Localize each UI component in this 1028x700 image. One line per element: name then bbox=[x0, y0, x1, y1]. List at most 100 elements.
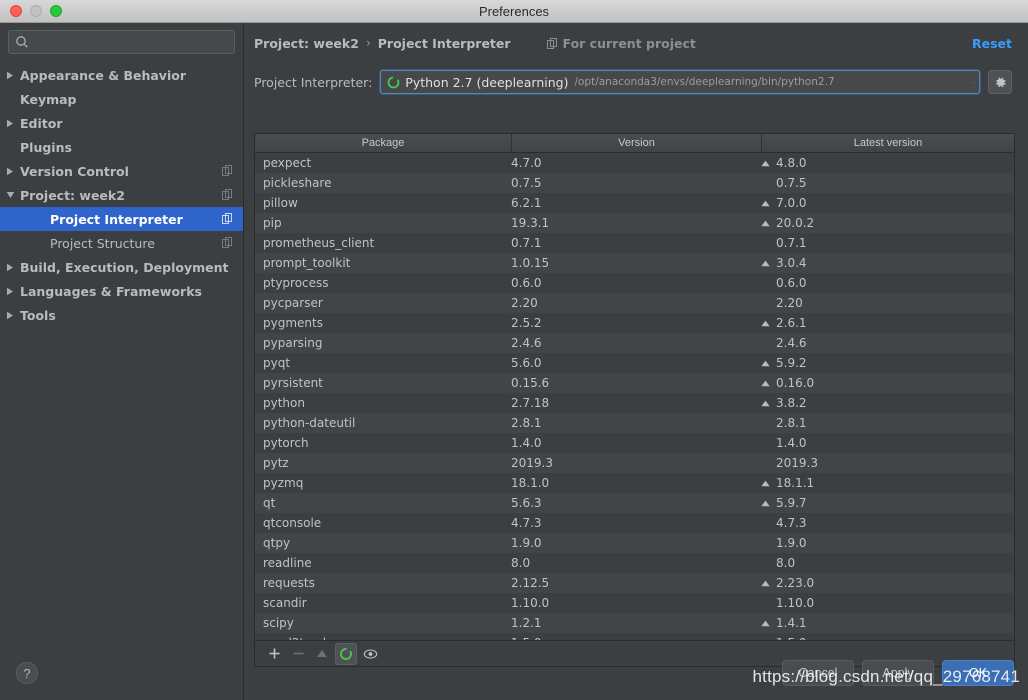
package-latest-version-text: 7.0.0 bbox=[776, 196, 807, 210]
settings-sidebar: Appearance & Behavior Keymap Editor Plugins… bbox=[0, 23, 244, 700]
table-row[interactable]: scipy 1.2.1 1.4.1 bbox=[255, 613, 1014, 633]
sidebar-item-toggle[interactable] bbox=[0, 191, 20, 199]
package-version-cell: 19.3.1 bbox=[511, 216, 550, 230]
search-input[interactable] bbox=[33, 35, 228, 49]
table-row[interactable]: qtconsole 4.7.3 4.7.3 bbox=[255, 513, 1014, 533]
chevron-right-icon[interactable] bbox=[6, 263, 14, 272]
package-version-cell: 2.5.2 bbox=[511, 316, 542, 330]
table-row[interactable]: pytorch 1.4.0 1.4.0 bbox=[255, 433, 1014, 453]
help-button[interactable]: ? bbox=[16, 662, 38, 684]
table-row[interactable]: python-dateutil 2.8.1 2.8.1 bbox=[255, 413, 1014, 433]
package-latest-version-text: 1.4.0 bbox=[776, 436, 807, 450]
column-header-latest-version[interactable]: Latest version bbox=[761, 134, 1014, 152]
table-row[interactable]: pip 19.3.1 20.0.2 bbox=[255, 213, 1014, 233]
breadcrumb-root[interactable]: Project: week2 bbox=[254, 36, 359, 51]
table-row[interactable]: python 2.7.18 3.8.2 bbox=[255, 393, 1014, 413]
sidebar-item-toggle[interactable] bbox=[0, 167, 20, 176]
sidebar-item-tools[interactable]: Tools bbox=[0, 303, 243, 327]
dialog-button-group: Cancel Apply OK bbox=[782, 660, 1014, 686]
interpreter-select[interactable]: Python 2.7 (deeplearning) /opt/anaconda3… bbox=[380, 70, 980, 94]
table-row[interactable]: pytz 2019.3 2019.3 bbox=[255, 453, 1014, 473]
table-row[interactable]: ptyprocess 0.6.0 0.6.0 bbox=[255, 273, 1014, 293]
table-row[interactable]: pillow 6.2.1 7.0.0 bbox=[255, 193, 1014, 213]
upgrade-available-icon bbox=[761, 576, 770, 590]
table-row[interactable]: pyqt 5.6.0 5.9.2 bbox=[255, 353, 1014, 373]
package-latest-version-cell: 2019.3 bbox=[761, 456, 1014, 470]
sidebar-item-label: Languages & Frameworks bbox=[20, 283, 202, 299]
package-version-cell: 2.12.5 bbox=[511, 576, 550, 590]
search-icon bbox=[16, 36, 28, 48]
table-row[interactable]: prompt_toolkit 1.0.15 3.0.4 bbox=[255, 253, 1014, 273]
package-version-cell: 0.7.1 bbox=[511, 236, 542, 250]
table-row[interactable]: pyzmq 18.1.0 18.1.1 bbox=[255, 473, 1014, 493]
chevron-down-icon[interactable] bbox=[965, 79, 975, 86]
package-name-cell: qtpy bbox=[263, 536, 291, 550]
search-box[interactable] bbox=[8, 30, 235, 54]
sidebar-item-toggle[interactable] bbox=[0, 119, 20, 128]
table-row[interactable]: pyrsistent 0.15.6 0.16.0 bbox=[255, 373, 1014, 393]
package-latest-version-cell: 2.4.6 bbox=[761, 336, 1014, 350]
sidebar-item-label: Version Control bbox=[20, 163, 129, 179]
sidebar-item-project-structure[interactable]: Project Structure bbox=[0, 231, 243, 255]
package-latest-version-cell: 7.0.0 bbox=[761, 196, 1014, 210]
package-version-cell: 2.8.1 bbox=[511, 416, 542, 430]
chevron-right-icon[interactable] bbox=[6, 71, 14, 80]
sidebar-item-toggle[interactable] bbox=[0, 311, 20, 320]
sidebar-item-keymap[interactable]: Keymap bbox=[0, 87, 243, 111]
column-header-package[interactable]: Package bbox=[255, 134, 511, 152]
chevron-right-icon[interactable] bbox=[6, 311, 14, 320]
table-row[interactable]: qtpy 1.9.0 1.9.0 bbox=[255, 533, 1014, 553]
chevron-down-icon[interactable] bbox=[6, 191, 15, 199]
interpreter-label: Project Interpreter: bbox=[254, 74, 373, 90]
column-header-version[interactable]: Version bbox=[511, 134, 761, 152]
table-row[interactable]: pygments 2.5.2 2.6.1 bbox=[255, 313, 1014, 333]
package-latest-version-cell: 0.7.5 bbox=[761, 176, 1014, 190]
reset-link[interactable]: Reset bbox=[972, 36, 1012, 51]
chevron-right-icon[interactable] bbox=[6, 119, 14, 128]
table-row[interactable]: pickleshare 0.7.5 0.7.5 bbox=[255, 173, 1014, 193]
sidebar-item-project-week2[interactable]: Project: week2 bbox=[0, 183, 243, 207]
upgrade-available-icon bbox=[761, 256, 770, 270]
table-row[interactable]: readline 8.0 8.0 bbox=[255, 553, 1014, 573]
table-row[interactable]: send2trash1.5.01.5.0 bbox=[255, 633, 1014, 640]
package-name-cell: pyparsing bbox=[263, 336, 323, 350]
package-version-cell: 1.2.1 bbox=[511, 616, 542, 630]
sidebar-item-project-interpreter[interactable]: Project Interpreter bbox=[0, 207, 243, 231]
interpreter-settings-gear-button[interactable] bbox=[988, 70, 1012, 94]
table-row[interactable]: prometheus_client 0.7.1 0.7.1 bbox=[255, 233, 1014, 253]
ok-button[interactable]: OK bbox=[942, 660, 1014, 686]
package-name-cell: pexpect bbox=[263, 156, 312, 170]
sidebar-item-plugins[interactable]: Plugins bbox=[0, 135, 243, 159]
chevron-right-icon[interactable] bbox=[6, 167, 14, 176]
sidebar-item-toggle[interactable] bbox=[0, 263, 20, 272]
sidebar-item-appearance-behavior[interactable]: Appearance & Behavior bbox=[0, 63, 243, 87]
sidebar-item-build-execution-deployment[interactable]: Build, Execution, Deployment bbox=[0, 255, 243, 279]
package-latest-version-text: 18.1.1 bbox=[776, 476, 815, 490]
apply-button[interactable]: Apply bbox=[862, 660, 934, 686]
package-latest-version-text: 0.7.5 bbox=[776, 176, 807, 190]
table-row[interactable]: pycparser 2.20 2.20 bbox=[255, 293, 1014, 313]
sidebar-item-editor[interactable]: Editor bbox=[0, 111, 243, 135]
table-row[interactable]: pexpect 4.7.0 4.8.0 bbox=[255, 153, 1014, 173]
package-latest-version-text: 4.8.0 bbox=[776, 156, 807, 170]
table-row[interactable]: requests 2.12.5 2.23.0 bbox=[255, 573, 1014, 593]
table-row[interactable]: scandir 1.10.0 1.10.0 bbox=[255, 593, 1014, 613]
sidebar-item-languages-frameworks[interactable]: Languages & Frameworks bbox=[0, 279, 243, 303]
package-latest-version-text: 5.9.7 bbox=[776, 496, 807, 510]
cancel-button[interactable]: Cancel bbox=[782, 660, 854, 686]
project-scope-icon bbox=[222, 164, 233, 179]
package-latest-version-text: 2.23.0 bbox=[776, 576, 815, 590]
sidebar-item-version-control[interactable]: Version Control bbox=[0, 159, 243, 183]
project-scope-icon bbox=[222, 188, 233, 203]
table-row[interactable]: pyparsing 2.4.6 2.4.6 bbox=[255, 333, 1014, 353]
package-latest-version-cell: 3.8.2 bbox=[761, 396, 1014, 410]
table-row[interactable]: qt 5.6.3 5.9.7 bbox=[255, 493, 1014, 513]
package-version-cell: 4.7.3 bbox=[511, 516, 542, 530]
sidebar-item-toggle[interactable] bbox=[0, 71, 20, 80]
chevron-right-icon[interactable] bbox=[6, 287, 14, 296]
interpreter-name: Python 2.7 (deeplearning) bbox=[405, 74, 569, 90]
package-latest-version-text: 2.20 bbox=[776, 296, 803, 310]
package-name-cell: ptyprocess bbox=[263, 276, 329, 290]
sidebar-item-toggle[interactable] bbox=[0, 287, 20, 296]
packages-table-body[interactable]: pexpect 4.7.0 4.8.0 pickleshare 0.7.5 0.7.5 pi… bbox=[255, 153, 1014, 640]
